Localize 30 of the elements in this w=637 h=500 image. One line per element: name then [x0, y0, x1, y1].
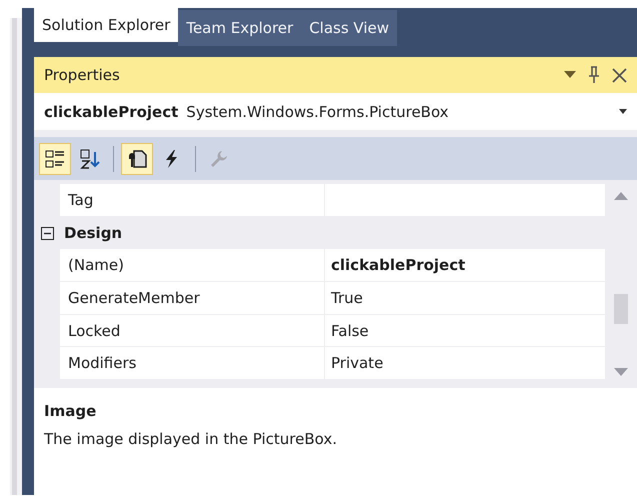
object-name: clickableProject	[44, 102, 178, 120]
object-type: System.Windows.Forms.PictureBox	[186, 102, 450, 120]
sort-az-icon	[79, 148, 101, 170]
tab[interactable]: Class View	[301, 10, 398, 46]
object-selector[interactable]: clickableProject System.Windows.Forms.PictureBox	[34, 93, 637, 130]
toolbar-button[interactable]	[121, 142, 153, 174]
caret-icon	[619, 109, 627, 114]
scrollbar-thumb[interactable]	[614, 294, 628, 324]
collapse-icon[interactable]	[40, 226, 54, 240]
property-value[interactable]: Private	[325, 347, 605, 380]
property-name[interactable]: Modifiers	[60, 347, 325, 380]
tab[interactable]: Solution Explorer	[34, 8, 178, 42]
property-page-icon	[126, 148, 148, 170]
property-name[interactable]: (Name)	[60, 249, 325, 282]
dropdown-icon[interactable]	[564, 71, 576, 79]
pin-icon[interactable]	[588, 66, 600, 84]
property-value[interactable]: True	[325, 282, 605, 315]
categorized-icon	[44, 148, 66, 170]
property-name[interactable]: GenerateMember	[60, 282, 325, 315]
description-title: Image	[44, 402, 98, 420]
property-name[interactable]: Tag	[60, 184, 325, 217]
property-value[interactable]: clickableProject	[325, 249, 605, 282]
panel-title: Properties	[44, 66, 121, 84]
toolbar-button[interactable]	[39, 142, 71, 174]
property-value[interactable]: False	[325, 314, 605, 348]
description-text: The image displayed in the PictureBox.	[44, 430, 338, 448]
category-name: Design	[63, 223, 122, 244]
tab[interactable]: Team Explorer	[178, 10, 302, 46]
property-name[interactable]: Locked	[60, 314, 325, 348]
close-icon[interactable]	[612, 68, 627, 82]
